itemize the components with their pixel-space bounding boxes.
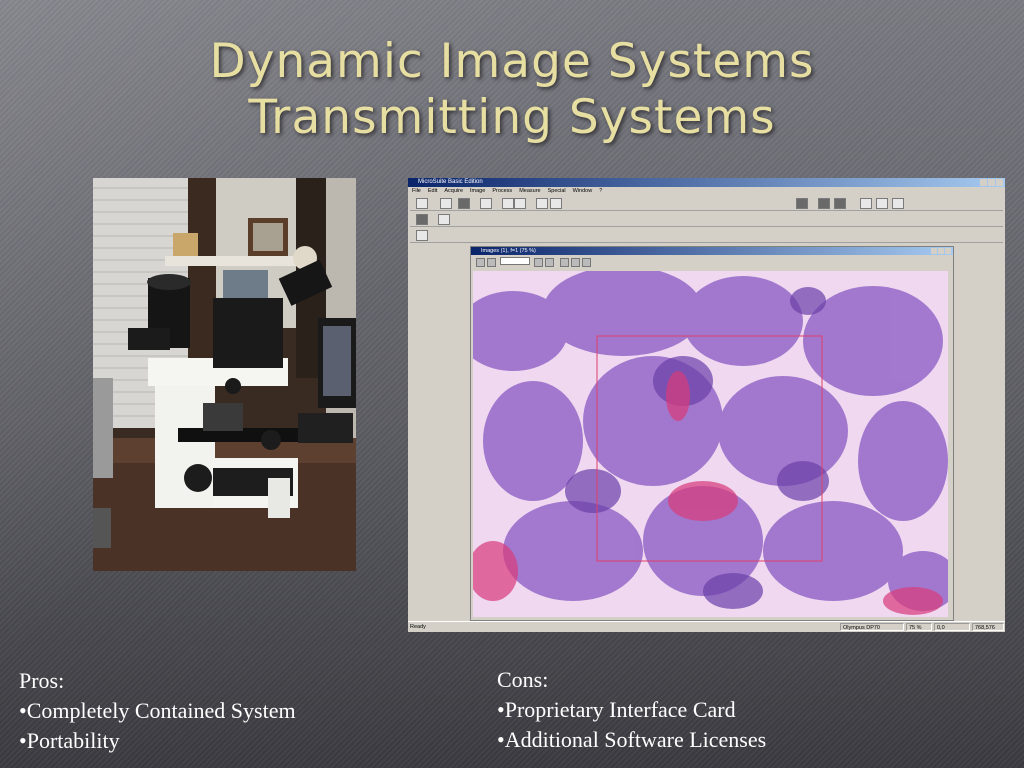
export-icon[interactable] xyxy=(860,198,872,209)
main-toolbar xyxy=(410,196,1003,211)
paste-icon[interactable] xyxy=(550,198,562,209)
image-tool-icon[interactable] xyxy=(487,258,496,267)
menu-measure[interactable]: Measure xyxy=(519,187,540,195)
menu-bar: File Edit Acquire Image Process Measure … xyxy=(408,187,1005,195)
zoom-in-icon[interactable] xyxy=(534,258,543,267)
zoom-select[interactable] xyxy=(500,257,530,265)
copy-icon[interactable] xyxy=(536,198,548,209)
image-toolbar xyxy=(474,257,944,267)
secondary-toolbar xyxy=(410,212,1003,227)
microscope-photo xyxy=(93,178,356,571)
preview-icon[interactable] xyxy=(502,198,514,209)
close-icon[interactable] xyxy=(996,179,1003,186)
menu-process[interactable]: Process xyxy=(492,187,512,195)
slide-title-line2: Transmitting Systems xyxy=(248,90,776,145)
image-close-icon[interactable] xyxy=(945,248,951,254)
menu-special[interactable]: Special xyxy=(548,187,566,195)
menu-edit[interactable]: Edit xyxy=(428,187,437,195)
slide-title: Dynamic Image Systems Transmitting Syste… xyxy=(0,34,1024,146)
status-bar: Ready Olympus DP70 75 % 0,0 768,576 xyxy=(408,621,1005,632)
maximize-icon[interactable] xyxy=(988,179,995,186)
image-window-title: Images (1), f=1 (75 %) xyxy=(481,248,536,254)
image-minimize-icon[interactable] xyxy=(931,248,937,254)
image-maximize-icon[interactable] xyxy=(938,248,944,254)
image-tool-icon[interactable] xyxy=(476,258,485,267)
zoom-out-icon[interactable] xyxy=(545,258,554,267)
info-icon[interactable] xyxy=(416,214,428,225)
pros-item: •Completely Contained System xyxy=(19,698,296,723)
software-screenshot: MicroSuite Basic Edition File Edit Acqui… xyxy=(408,178,1005,632)
menu-window[interactable]: Window xyxy=(573,187,593,195)
tertiary-toolbar xyxy=(410,228,1003,243)
acquire-icon[interactable] xyxy=(440,198,452,209)
status-coords: 0,0 xyxy=(934,623,970,631)
pros-list: Pros: •Completely Contained System •Port… xyxy=(19,666,296,756)
pros-item: •Portability xyxy=(19,728,120,753)
zoom-actual-icon[interactable] xyxy=(571,258,580,267)
cons-heading: Cons: xyxy=(497,667,549,692)
image-window: Images (1), f=1 (75 %) xyxy=(470,246,954,621)
print-setup-icon[interactable] xyxy=(514,198,526,209)
camera-icon[interactable] xyxy=(438,214,450,225)
overlay-icon[interactable] xyxy=(582,258,591,267)
minimize-icon[interactable] xyxy=(980,179,987,186)
cons-item: •Proprietary Interface Card xyxy=(497,697,736,722)
status-image-size: 768,576 xyxy=(972,623,1004,631)
window-tile-icon[interactable] xyxy=(876,198,888,209)
zoom-fit-icon[interactable] xyxy=(560,258,569,267)
monitor-icon[interactable] xyxy=(796,198,808,209)
menu-help[interactable]: ? xyxy=(599,187,602,195)
status-zoom: 75 % xyxy=(906,623,932,631)
status-camera: Olympus DP70 xyxy=(840,623,904,631)
app-title-bar: MicroSuite Basic Edition xyxy=(408,178,1005,187)
menu-image[interactable]: Image xyxy=(470,187,485,195)
status-text: Ready xyxy=(410,624,426,630)
cons-list: Cons: •Proprietary Interface Card •Addit… xyxy=(497,665,766,755)
cons-item: •Additional Software Licenses xyxy=(497,727,767,752)
print-icon[interactable] xyxy=(480,198,492,209)
menu-file[interactable]: File xyxy=(412,187,421,195)
pros-heading: Pros: xyxy=(19,668,65,693)
menu-acquire[interactable]: Acquire xyxy=(444,187,463,195)
new-file-icon[interactable] xyxy=(416,198,428,209)
app-window-title: MicroSuite Basic Edition xyxy=(418,179,483,185)
image-window-title-bar: Images (1), f=1 (75 %) xyxy=(471,247,953,255)
fit-window-icon[interactable] xyxy=(416,230,428,241)
camera-snap-icon[interactable] xyxy=(834,198,846,209)
slide-title-line1: Dynamic Image Systems xyxy=(209,34,815,89)
camera-live-icon[interactable] xyxy=(818,198,830,209)
window-cascade-icon[interactable] xyxy=(892,198,904,209)
save-icon[interactable] xyxy=(458,198,470,209)
histology-image xyxy=(473,271,948,617)
